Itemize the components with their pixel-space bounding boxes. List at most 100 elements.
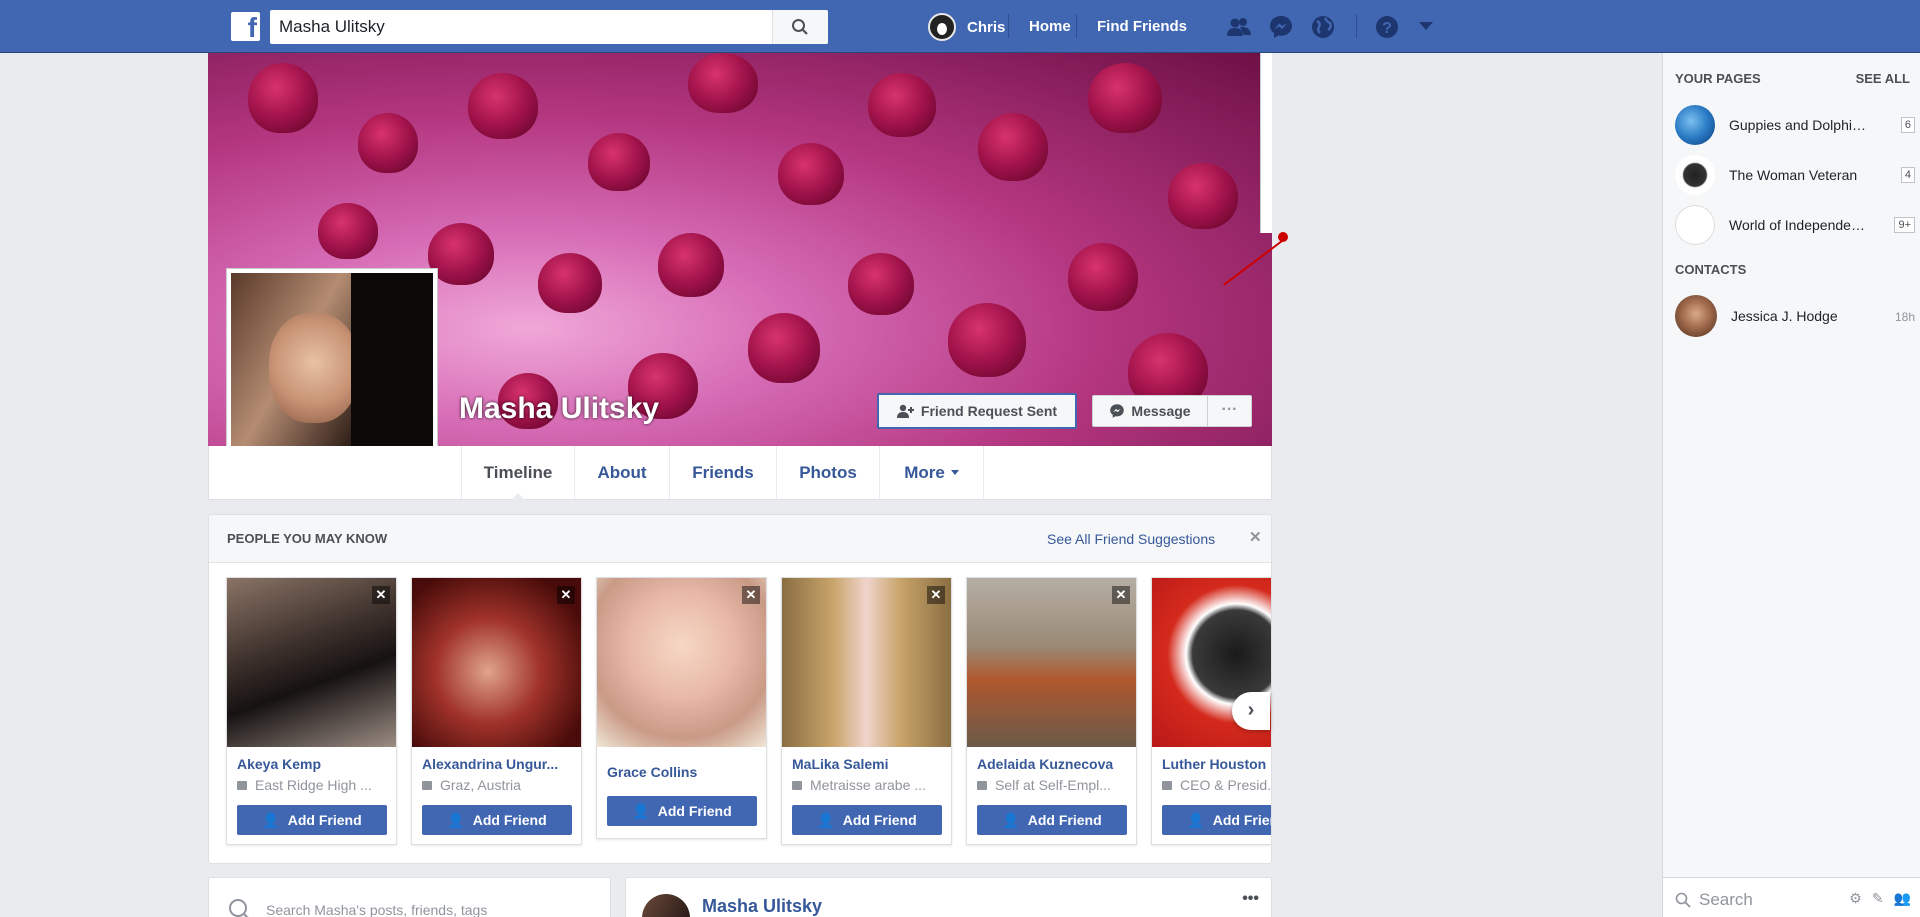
search-button[interactable] bbox=[772, 10, 828, 44]
rose-decoration bbox=[658, 233, 724, 297]
contacts-heading: CONTACTS bbox=[1675, 262, 1747, 277]
suggestion-photo[interactable]: ✕ bbox=[967, 578, 1136, 747]
contact-item[interactable]: Jessica J. Hodge 18h bbox=[1675, 295, 1915, 337]
close-icon[interactable]: ✕ bbox=[927, 586, 945, 604]
tab-timeline-label: Timeline bbox=[483, 462, 553, 482]
message-button[interactable]: Message bbox=[1092, 395, 1208, 427]
suggestion-name[interactable]: Luther Houston bbox=[1162, 756, 1271, 772]
profile-post-search[interactable]: Search Masha's posts, friends, tags bbox=[208, 877, 611, 917]
suggestion-detail-text: East Ridge High ... bbox=[255, 777, 372, 793]
sidebar-page-item[interactable]: The Woman Veteran 4 bbox=[1675, 155, 1915, 195]
suggestion-photo[interactable]: ✕ bbox=[597, 578, 766, 747]
rose-decoration bbox=[688, 53, 758, 113]
suggestion-detail: Metraisse arabe ... bbox=[792, 777, 947, 793]
page-notification-count: 9+ bbox=[1894, 217, 1915, 233]
see-all-pages-link[interactable]: SEE ALL bbox=[1856, 71, 1910, 86]
facebook-logo-icon[interactable]: f bbox=[231, 12, 260, 43]
group-chat-icon[interactable]: 👥 bbox=[1894, 890, 1911, 907]
nav-find-friends-link[interactable]: Find Friends bbox=[1086, 18, 1198, 35]
chat-options: ⚙ ✎ 👥 bbox=[1849, 890, 1911, 907]
suggestion-detail-text: Graz, Austria bbox=[440, 777, 521, 793]
see-all-friend-suggestions-link[interactable]: See All Friend Suggestions bbox=[1047, 531, 1215, 547]
post-menu-icon[interactable]: ••• bbox=[1242, 890, 1259, 908]
rose-decoration bbox=[248, 63, 318, 133]
rose-decoration bbox=[538, 253, 602, 313]
suggestion-detail: Graz, Austria bbox=[422, 777, 577, 793]
pymk-header: PEOPLE YOU MAY KNOW See All Friend Sugge… bbox=[209, 515, 1271, 563]
add-friend-label: Add Friend bbox=[1212, 812, 1271, 828]
help-icon[interactable]: ? bbox=[1374, 14, 1400, 40]
nav-profile-link[interactable]: Chris bbox=[928, 13, 1016, 41]
rose-decoration bbox=[1168, 163, 1238, 229]
gear-icon[interactable]: ⚙ bbox=[1849, 890, 1862, 907]
add-friend-button[interactable]: 👤 Add Friend bbox=[977, 805, 1127, 835]
profile-more-button[interactable]: ··· bbox=[1208, 395, 1252, 427]
tab-timeline[interactable]: Timeline bbox=[461, 446, 574, 500]
messenger-icon[interactable] bbox=[1268, 14, 1294, 40]
suggestion-photo[interactable]: ✕ bbox=[782, 578, 951, 747]
suggestion-photo[interactable]: ✕ bbox=[227, 578, 396, 747]
compose-icon[interactable]: ✎ bbox=[1872, 890, 1884, 907]
add-friend-button[interactable]: 👤 Add Friend bbox=[792, 805, 942, 835]
suggestion-name[interactable]: MaLika Salemi bbox=[792, 756, 947, 772]
close-icon[interactable]: ✕ bbox=[1112, 586, 1130, 604]
nav-avatar bbox=[928, 13, 956, 41]
account-caret-icon[interactable] bbox=[1419, 22, 1433, 30]
page-avatar bbox=[1675, 205, 1715, 245]
close-icon[interactable]: ✕ bbox=[557, 586, 575, 604]
search-icon bbox=[792, 19, 808, 35]
timeline-post: Masha Ulitsky ••• bbox=[625, 877, 1272, 917]
add-friend-label: Add Friend bbox=[842, 812, 917, 828]
tab-more[interactable]: More bbox=[879, 446, 984, 499]
rose-decoration bbox=[868, 73, 936, 137]
chat-search-placeholder: Search bbox=[1699, 890, 1753, 909]
add-friend-button[interactable]: 👤 Add Friend bbox=[422, 805, 572, 835]
add-friend-icon: 👤 bbox=[817, 811, 835, 828]
rose-decoration bbox=[468, 73, 538, 139]
work-icon bbox=[1162, 781, 1172, 790]
post-author-link[interactable]: Masha Ulitsky bbox=[702, 896, 822, 917]
friend-request-sent-button[interactable]: Friend Request Sent bbox=[877, 393, 1077, 429]
notifications-globe-icon[interactable] bbox=[1310, 14, 1336, 40]
friend-requests-icon[interactable] bbox=[1226, 14, 1252, 40]
tab-more-label: More bbox=[904, 462, 945, 482]
add-friend-button[interactable]: 👤 Add Friend bbox=[607, 796, 757, 826]
chevron-right-icon[interactable]: › bbox=[1232, 692, 1270, 730]
profile-name: Masha Ulitsky bbox=[459, 392, 660, 425]
page-name: World of Independence bbox=[1729, 217, 1869, 233]
nav-home-link[interactable]: Home bbox=[1018, 18, 1082, 35]
chat-search[interactable]: Search ⚙ ✎ 👥 bbox=[1663, 877, 1920, 917]
contact-name: Jessica J. Hodge bbox=[1731, 308, 1838, 324]
close-icon[interactable]: ✕ bbox=[742, 586, 760, 604]
add-friend-button[interactable]: 👤 Add Friend bbox=[1162, 805, 1271, 835]
tab-photos[interactable]: Photos bbox=[776, 446, 879, 499]
suggestion-card: ✕ Grace Collins 👤 Add Friend bbox=[596, 577, 767, 839]
suggestion-detail-text: CEO & Presid... bbox=[1180, 777, 1272, 793]
add-friend-button[interactable]: 👤 Add Friend bbox=[237, 805, 387, 835]
rose-decoration bbox=[978, 113, 1048, 181]
suggestion-name[interactable]: Grace Collins bbox=[607, 764, 762, 780]
close-icon[interactable]: ✕ bbox=[1249, 528, 1262, 546]
tab-friends-label: Friends bbox=[692, 462, 754, 482]
close-icon[interactable]: ✕ bbox=[372, 586, 390, 604]
rose-decoration bbox=[1068, 243, 1138, 311]
tab-about[interactable]: About bbox=[574, 446, 669, 499]
suggestion-card: ✕ Alexandrina Ungur... Graz, Austria 👤 Ad… bbox=[411, 577, 582, 845]
message-label: Message bbox=[1131, 403, 1191, 419]
sidebar-page-item[interactable]: World of Independence 9+ bbox=[1675, 205, 1915, 245]
global-search-input[interactable] bbox=[270, 10, 772, 44]
suggestion-card: ✕ Adelaida Kuznecova Self at Self-Empl..… bbox=[966, 577, 1137, 845]
suggestion-photo[interactable]: ✕ bbox=[412, 578, 581, 747]
suggestion-name[interactable]: Akeya Kemp bbox=[237, 756, 392, 772]
contact-last-active: 18h bbox=[1894, 310, 1915, 324]
avatar[interactable] bbox=[642, 894, 690, 917]
add-friend-label: Add Friend bbox=[472, 812, 547, 828]
rose-decoration bbox=[848, 253, 914, 315]
sidebar-page-item[interactable]: Guppies and Dolphins... 6 bbox=[1675, 105, 1915, 145]
messenger-icon bbox=[1110, 404, 1125, 418]
suggestion-name[interactable]: Alexandrina Ungur... bbox=[422, 756, 577, 772]
tab-friends[interactable]: Friends bbox=[669, 446, 776, 499]
suggestion-name[interactable]: Adelaida Kuznecova bbox=[977, 756, 1132, 772]
suggestion-card: ✕ Akeya Kemp East Ridge High ... 👤 Add Fr… bbox=[226, 577, 397, 845]
people-you-may-know: PEOPLE YOU MAY KNOW See All Friend Sugge… bbox=[208, 514, 1272, 864]
